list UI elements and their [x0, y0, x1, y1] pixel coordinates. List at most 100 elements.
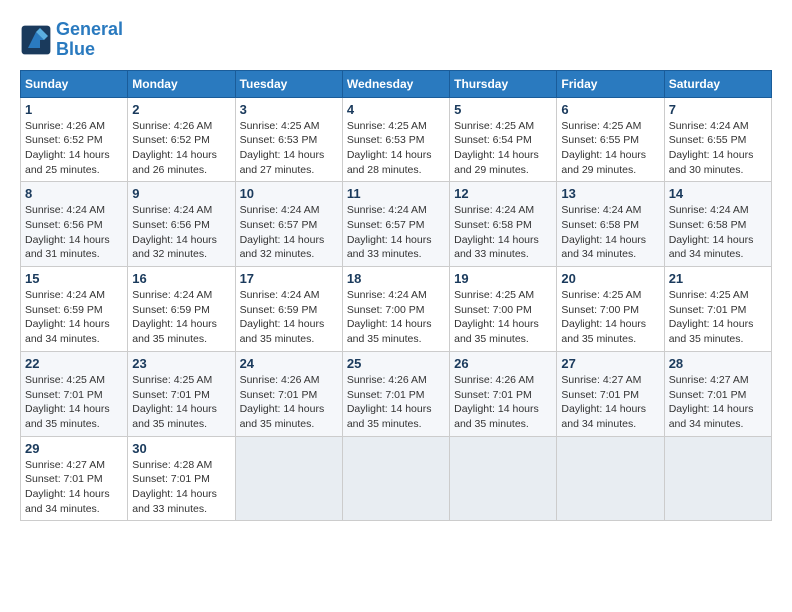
day-number: 15 [25, 271, 123, 286]
calendar-cell: 4 Sunrise: 4:25 AM Sunset: 6:53 PM Dayli… [342, 97, 449, 182]
weekday-header-saturday: Saturday [664, 70, 771, 97]
weekday-header-sunday: Sunday [21, 70, 128, 97]
day-info: Sunrise: 4:27 AM Sunset: 7:01 PM Dayligh… [669, 373, 767, 432]
day-info: Sunrise: 4:25 AM Sunset: 7:01 PM Dayligh… [132, 373, 230, 432]
calendar-cell: 7 Sunrise: 4:24 AM Sunset: 6:55 PM Dayli… [664, 97, 771, 182]
day-number: 9 [132, 186, 230, 201]
calendar-cell [450, 436, 557, 521]
calendar-cell: 3 Sunrise: 4:25 AM Sunset: 6:53 PM Dayli… [235, 97, 342, 182]
calendar-cell: 19 Sunrise: 4:25 AM Sunset: 7:00 PM Dayl… [450, 267, 557, 352]
day-info: Sunrise: 4:24 AM Sunset: 6:58 PM Dayligh… [561, 203, 659, 262]
day-number: 21 [669, 271, 767, 286]
day-number: 16 [132, 271, 230, 286]
day-number: 22 [25, 356, 123, 371]
day-info: Sunrise: 4:26 AM Sunset: 6:52 PM Dayligh… [25, 119, 123, 178]
calendar-cell: 25 Sunrise: 4:26 AM Sunset: 7:01 PM Dayl… [342, 351, 449, 436]
day-info: Sunrise: 4:28 AM Sunset: 7:01 PM Dayligh… [132, 458, 230, 517]
calendar-cell: 11 Sunrise: 4:24 AM Sunset: 6:57 PM Dayl… [342, 182, 449, 267]
day-info: Sunrise: 4:24 AM Sunset: 6:58 PM Dayligh… [454, 203, 552, 262]
day-number: 2 [132, 102, 230, 117]
calendar-cell: 12 Sunrise: 4:24 AM Sunset: 6:58 PM Dayl… [450, 182, 557, 267]
day-number: 12 [454, 186, 552, 201]
day-number: 8 [25, 186, 123, 201]
calendar-cell: 6 Sunrise: 4:25 AM Sunset: 6:55 PM Dayli… [557, 97, 664, 182]
calendar-cell: 18 Sunrise: 4:24 AM Sunset: 7:00 PM Dayl… [342, 267, 449, 352]
calendar-cell: 8 Sunrise: 4:24 AM Sunset: 6:56 PM Dayli… [21, 182, 128, 267]
day-info: Sunrise: 4:24 AM Sunset: 6:59 PM Dayligh… [240, 288, 338, 347]
day-number: 25 [347, 356, 445, 371]
calendar-cell [235, 436, 342, 521]
calendar-cell: 13 Sunrise: 4:24 AM Sunset: 6:58 PM Dayl… [557, 182, 664, 267]
day-number: 18 [347, 271, 445, 286]
day-number: 7 [669, 102, 767, 117]
day-info: Sunrise: 4:24 AM Sunset: 6:59 PM Dayligh… [132, 288, 230, 347]
calendar-cell: 26 Sunrise: 4:26 AM Sunset: 7:01 PM Dayl… [450, 351, 557, 436]
calendar-cell: 1 Sunrise: 4:26 AM Sunset: 6:52 PM Dayli… [21, 97, 128, 182]
calendar-cell: 29 Sunrise: 4:27 AM Sunset: 7:01 PM Dayl… [21, 436, 128, 521]
day-number: 24 [240, 356, 338, 371]
calendar-cell: 10 Sunrise: 4:24 AM Sunset: 6:57 PM Dayl… [235, 182, 342, 267]
calendar-week-1: 1 Sunrise: 4:26 AM Sunset: 6:52 PM Dayli… [21, 97, 772, 182]
calendar-cell: 23 Sunrise: 4:25 AM Sunset: 7:01 PM Dayl… [128, 351, 235, 436]
day-info: Sunrise: 4:25 AM Sunset: 7:01 PM Dayligh… [25, 373, 123, 432]
day-info: Sunrise: 4:24 AM Sunset: 6:56 PM Dayligh… [25, 203, 123, 262]
day-number: 6 [561, 102, 659, 117]
calendar-cell: 14 Sunrise: 4:24 AM Sunset: 6:58 PM Dayl… [664, 182, 771, 267]
day-info: Sunrise: 4:27 AM Sunset: 7:01 PM Dayligh… [25, 458, 123, 517]
logo-icon [20, 24, 52, 56]
calendar-cell: 2 Sunrise: 4:26 AM Sunset: 6:52 PM Dayli… [128, 97, 235, 182]
weekday-header-tuesday: Tuesday [235, 70, 342, 97]
day-info: Sunrise: 4:24 AM Sunset: 6:59 PM Dayligh… [25, 288, 123, 347]
calendar-cell [664, 436, 771, 521]
calendar-cell [557, 436, 664, 521]
calendar-cell: 28 Sunrise: 4:27 AM Sunset: 7:01 PM Dayl… [664, 351, 771, 436]
calendar-cell: 16 Sunrise: 4:24 AM Sunset: 6:59 PM Dayl… [128, 267, 235, 352]
day-number: 17 [240, 271, 338, 286]
day-info: Sunrise: 4:25 AM Sunset: 6:53 PM Dayligh… [347, 119, 445, 178]
day-info: Sunrise: 4:26 AM Sunset: 7:01 PM Dayligh… [454, 373, 552, 432]
day-number: 28 [669, 356, 767, 371]
calendar-cell: 27 Sunrise: 4:27 AM Sunset: 7:01 PM Dayl… [557, 351, 664, 436]
calendar-cell: 20 Sunrise: 4:25 AM Sunset: 7:00 PM Dayl… [557, 267, 664, 352]
day-info: Sunrise: 4:27 AM Sunset: 7:01 PM Dayligh… [561, 373, 659, 432]
day-info: Sunrise: 4:25 AM Sunset: 7:00 PM Dayligh… [454, 288, 552, 347]
day-info: Sunrise: 4:24 AM Sunset: 6:57 PM Dayligh… [347, 203, 445, 262]
day-number: 30 [132, 441, 230, 456]
day-info: Sunrise: 4:26 AM Sunset: 7:01 PM Dayligh… [347, 373, 445, 432]
day-info: Sunrise: 4:25 AM Sunset: 7:00 PM Dayligh… [561, 288, 659, 347]
calendar-cell: 15 Sunrise: 4:24 AM Sunset: 6:59 PM Dayl… [21, 267, 128, 352]
day-info: Sunrise: 4:24 AM Sunset: 6:58 PM Dayligh… [669, 203, 767, 262]
calendar-cell: 30 Sunrise: 4:28 AM Sunset: 7:01 PM Dayl… [128, 436, 235, 521]
page-header: General Blue [20, 20, 772, 60]
day-number: 23 [132, 356, 230, 371]
day-number: 1 [25, 102, 123, 117]
day-info: Sunrise: 4:25 AM Sunset: 6:53 PM Dayligh… [240, 119, 338, 178]
weekday-header-monday: Monday [128, 70, 235, 97]
calendar-cell: 5 Sunrise: 4:25 AM Sunset: 6:54 PM Dayli… [450, 97, 557, 182]
day-number: 3 [240, 102, 338, 117]
weekday-header-row: SundayMondayTuesdayWednesdayThursdayFrid… [21, 70, 772, 97]
calendar-cell [342, 436, 449, 521]
calendar-table: SundayMondayTuesdayWednesdayThursdayFrid… [20, 70, 772, 522]
weekday-header-friday: Friday [557, 70, 664, 97]
day-info: Sunrise: 4:24 AM Sunset: 6:56 PM Dayligh… [132, 203, 230, 262]
day-number: 4 [347, 102, 445, 117]
day-info: Sunrise: 4:25 AM Sunset: 7:01 PM Dayligh… [669, 288, 767, 347]
day-info: Sunrise: 4:25 AM Sunset: 6:54 PM Dayligh… [454, 119, 552, 178]
day-number: 27 [561, 356, 659, 371]
calendar-week-2: 8 Sunrise: 4:24 AM Sunset: 6:56 PM Dayli… [21, 182, 772, 267]
day-number: 5 [454, 102, 552, 117]
day-number: 29 [25, 441, 123, 456]
day-number: 14 [669, 186, 767, 201]
day-info: Sunrise: 4:24 AM Sunset: 6:57 PM Dayligh… [240, 203, 338, 262]
day-info: Sunrise: 4:25 AM Sunset: 6:55 PM Dayligh… [561, 119, 659, 178]
calendar-week-5: 29 Sunrise: 4:27 AM Sunset: 7:01 PM Dayl… [21, 436, 772, 521]
calendar-cell: 22 Sunrise: 4:25 AM Sunset: 7:01 PM Dayl… [21, 351, 128, 436]
calendar-week-3: 15 Sunrise: 4:24 AM Sunset: 6:59 PM Dayl… [21, 267, 772, 352]
day-number: 20 [561, 271, 659, 286]
logo-text: General Blue [56, 20, 123, 60]
weekday-header-thursday: Thursday [450, 70, 557, 97]
day-number: 19 [454, 271, 552, 286]
day-info: Sunrise: 4:24 AM Sunset: 6:55 PM Dayligh… [669, 119, 767, 178]
calendar-cell: 9 Sunrise: 4:24 AM Sunset: 6:56 PM Dayli… [128, 182, 235, 267]
